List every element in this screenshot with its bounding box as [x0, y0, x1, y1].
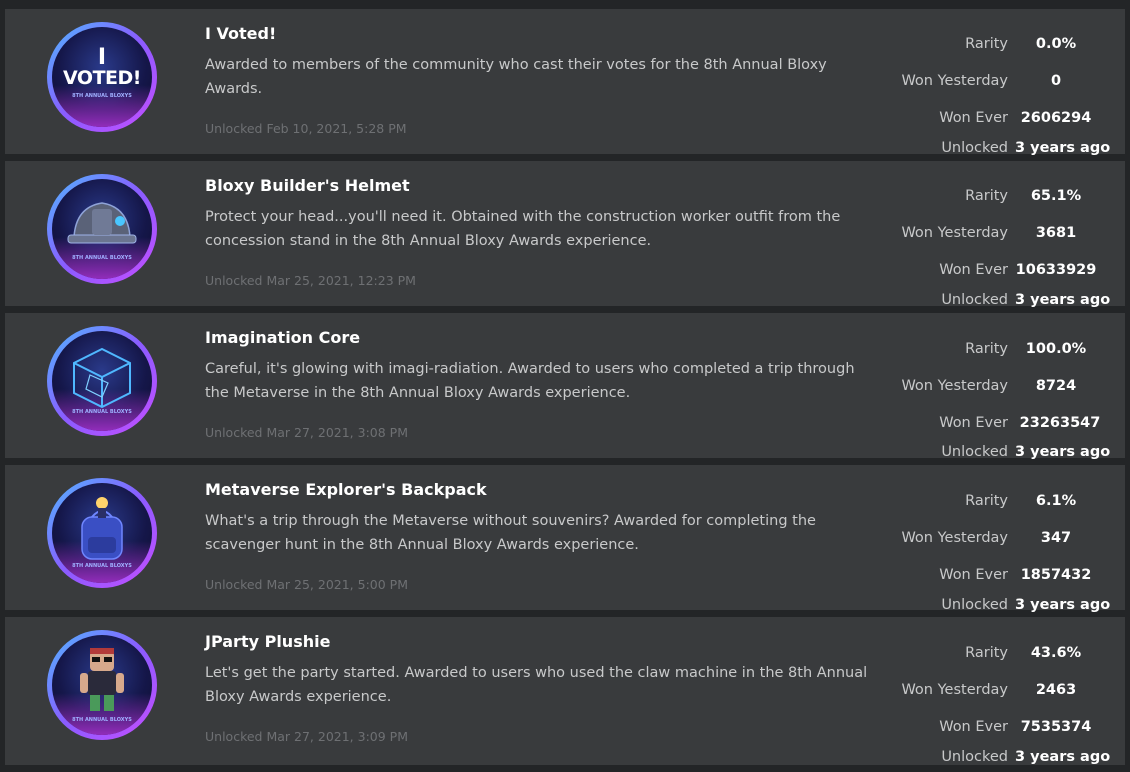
won-yesterday-value: 0 — [1050, 73, 1062, 89]
won-yesterday-label: Won Yesterday — [901, 73, 1008, 89]
won-ever-value: 7535374 — [1020, 719, 1092, 735]
badge-row[interactable]: 8TH ANNUAL BLOXYS Bloxy Builder's Helmet… — [5, 161, 1125, 308]
badge-title[interactable]: I Voted! — [205, 24, 276, 43]
won-ever-label: Won Ever — [939, 415, 1008, 431]
badge-list: I VOTED! 8TH ANNUAL BLOXYS I Voted! Awar… — [0, 0, 1130, 772]
rarity-value: 6.1% — [1035, 493, 1077, 509]
helmet-badge-icon[interactable]: 8TH ANNUAL BLOXYS — [47, 174, 157, 284]
unlocked-value: 3 years ago — [1015, 140, 1111, 156]
badge-icon-text-sub: 8TH ANNUAL BLOXYS — [72, 93, 132, 99]
backpack-badge-icon[interactable]: 8TH ANNUAL BLOXYS — [47, 478, 157, 588]
won-yesterday-value: 3681 — [1035, 225, 1077, 241]
won-yesterday-value: 8724 — [1035, 378, 1077, 394]
badge-row[interactable]: 8TH ANNUAL BLOXYS Imagination Core Caref… — [5, 313, 1125, 460]
cube-badge-icon[interactable]: 8TH ANNUAL BLOXYS — [47, 326, 157, 436]
badge-icon-text-sub: 8TH ANNUAL BLOXYS — [72, 409, 132, 415]
won-yesterday-label: Won Yesterday — [901, 530, 1008, 546]
unlocked-label: Unlocked — [941, 444, 1008, 460]
won-yesterday-label: Won Yesterday — [901, 682, 1008, 698]
unlocked-value: 3 years ago — [1015, 292, 1111, 308]
badge-icon-text-main: VOTED! — [63, 67, 141, 89]
won-ever-label: Won Ever — [939, 719, 1008, 735]
badge-title[interactable]: Metaverse Explorer's Backpack — [205, 480, 487, 499]
badge-unlocked-date: Unlocked Feb 10, 2021, 5:28 PM — [205, 121, 407, 136]
badge-icon-text-sub: 8TH ANNUAL BLOXYS — [72, 717, 132, 723]
won-yesterday-value: 2463 — [1035, 682, 1077, 698]
badge-unlocked-date: Unlocked Mar 25, 2021, 5:00 PM — [205, 577, 408, 592]
won-ever-value: 2606294 — [1020, 110, 1092, 126]
badge-icon-text-sub: 8TH ANNUAL BLOXYS — [72, 563, 132, 569]
rarity-label: Rarity — [965, 493, 1008, 509]
badge-unlocked-date: Unlocked Mar 27, 2021, 3:09 PM — [205, 729, 408, 744]
rarity-value: 43.6% — [1030, 645, 1082, 661]
rarity-label: Rarity — [965, 36, 1008, 52]
unlocked-value: 3 years ago — [1015, 444, 1111, 460]
rarity-value: 0.0% — [1035, 36, 1077, 52]
rarity-value: 65.1% — [1030, 188, 1082, 204]
badge-unlocked-date: Unlocked Mar 25, 2021, 12:23 PM — [205, 273, 416, 288]
won-yesterday-value: 347 — [1040, 530, 1072, 546]
badge-icon-text-sub: 8TH ANNUAL BLOXYS — [72, 255, 132, 261]
won-ever-value: 1857432 — [1020, 567, 1092, 583]
unlocked-value: 3 years ago — [1015, 597, 1111, 613]
badge-description: Awarded to members of the community who … — [205, 57, 827, 97]
won-yesterday-label: Won Yesterday — [901, 378, 1008, 394]
badge-description: Let's get the party started. Awarded to … — [205, 665, 868, 705]
badge-title[interactable]: Imagination Core — [205, 328, 360, 347]
badge-row[interactable]: 8TH ANNUAL BLOXYS Metaverse Explorer's B… — [5, 465, 1125, 613]
badge-title[interactable]: JParty Plushie — [205, 632, 330, 651]
badge-unlocked-date: Unlocked Mar 27, 2021, 3:08 PM — [205, 425, 408, 440]
badge-row[interactable]: 8TH ANNUAL BLOXYS JParty Plushie Let's g… — [5, 617, 1125, 765]
unlocked-label: Unlocked — [941, 140, 1008, 156]
badge-row[interactable]: I VOTED! 8TH ANNUAL BLOXYS I Voted! Awar… — [5, 9, 1125, 156]
won-ever-value: 10633929 — [1015, 262, 1097, 278]
badge-title[interactable]: Bloxy Builder's Helmet — [205, 176, 410, 195]
won-ever-value: 23263547 — [1019, 415, 1101, 431]
badge-description: What's a trip through the Metaverse with… — [205, 513, 816, 553]
won-ever-label: Won Ever — [939, 110, 1008, 126]
won-yesterday-label: Won Yesterday — [901, 225, 1008, 241]
rarity-label: Rarity — [965, 645, 1008, 661]
rarity-value: 100.0% — [1025, 341, 1087, 357]
unlocked-label: Unlocked — [941, 597, 1008, 613]
rarity-label: Rarity — [965, 188, 1008, 204]
unlocked-label: Unlocked — [941, 292, 1008, 308]
unlocked-label: Unlocked — [941, 749, 1008, 765]
badge-description: Protect your head...you'll need it. Obta… — [205, 209, 841, 249]
helmet-icon — [67, 202, 137, 244]
rarity-label: Rarity — [965, 341, 1008, 357]
badge-description: Careful, it's glowing with imagi-radiati… — [205, 361, 855, 401]
cube-icon — [73, 347, 131, 409]
unlocked-value: 3 years ago — [1015, 749, 1111, 765]
won-ever-label: Won Ever — [939, 567, 1008, 583]
voted-badge-icon[interactable]: I VOTED! 8TH ANNUAL BLOXYS — [47, 22, 157, 132]
won-ever-label: Won Ever — [939, 262, 1008, 278]
plushie-badge-icon[interactable]: 8TH ANNUAL BLOXYS — [47, 630, 157, 740]
